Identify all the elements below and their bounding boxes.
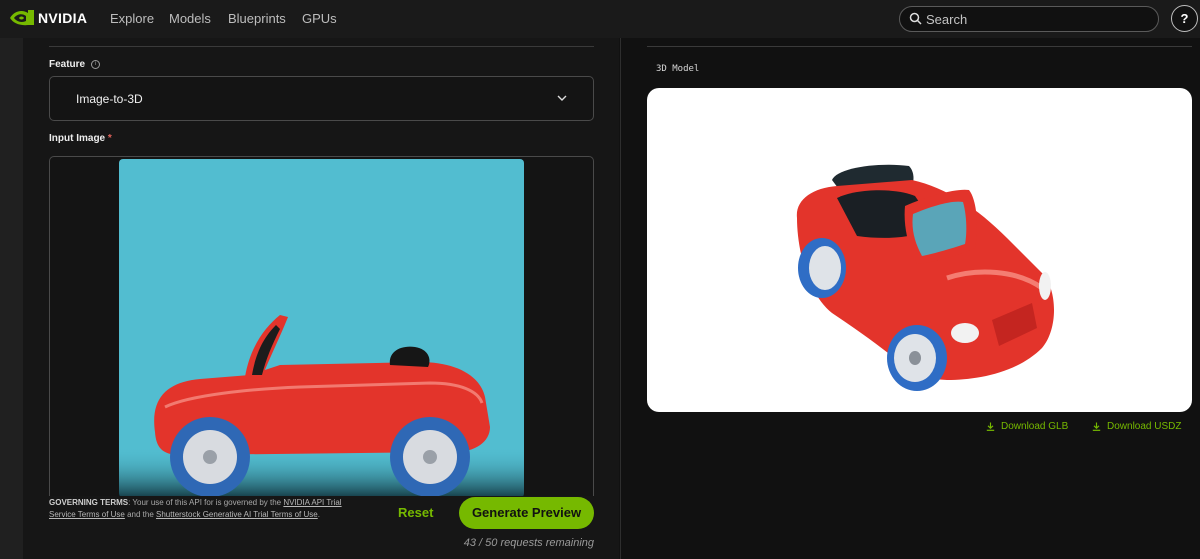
- nav-link-gpus[interactable]: GPUs: [302, 11, 337, 26]
- feature-select[interactable]: Image-to-3D: [49, 76, 594, 121]
- nav-link-blueprints[interactable]: Blueprints: [228, 11, 286, 26]
- info-icon[interactable]: i: [91, 60, 100, 69]
- 3d-model-viewer[interactable]: [647, 88, 1192, 412]
- nav-link-models[interactable]: Models: [169, 11, 211, 26]
- reset-button[interactable]: Reset: [398, 505, 433, 520]
- left-gutter: [0, 38, 23, 559]
- search-placeholder: Search: [926, 12, 968, 27]
- nvidia-eye-icon: [10, 10, 34, 26]
- terms-text-3: .: [317, 510, 320, 519]
- generate-preview-button[interactable]: Generate Preview: [459, 497, 594, 529]
- terms-heading: GOVERNING TERMS: [49, 498, 129, 507]
- help-button[interactable]: ?: [1171, 5, 1198, 32]
- search-input[interactable]: Search: [899, 6, 1159, 32]
- input-image-label: Input Image *: [49, 133, 112, 144]
- shutterstock-terms-link[interactable]: Shutterstock Generative AI Trial Terms o…: [156, 510, 318, 519]
- input-image-dropzone[interactable]: [49, 156, 594, 496]
- requests-remaining: 43 / 50 requests remaining: [463, 537, 594, 549]
- terms-text-1: : Your use of this API for is governed b…: [128, 498, 284, 507]
- terms-text-2: and the: [124, 510, 157, 519]
- input-image-label-text: Input Image: [49, 133, 106, 144]
- download-icon: [1092, 422, 1101, 431]
- download-usdz-label: Download USDZ: [1107, 421, 1182, 432]
- download-glb-label: Download GLB: [1001, 421, 1069, 432]
- nav-link-explore[interactable]: Explore: [110, 11, 154, 26]
- chevron-down-icon: [557, 95, 567, 101]
- 3d-car-render: [796, 164, 1055, 391]
- output-section-divider: [647, 46, 1192, 47]
- governing-terms: GOVERNING TERMS: Your use of this API fo…: [49, 497, 369, 521]
- download-icon: [986, 422, 995, 431]
- output-label: 3D Model: [656, 64, 700, 74]
- feature-label: Feature: [49, 59, 86, 70]
- search-icon: [909, 12, 922, 25]
- download-usdz-link[interactable]: Download USDZ: [1092, 421, 1181, 432]
- download-glb-link[interactable]: Download GLB: [986, 421, 1068, 432]
- nvidia-logo[interactable]: NVIDIA: [10, 9, 87, 26]
- required-mark: *: [107, 133, 112, 144]
- brand-wordmark: NVIDIA: [38, 9, 88, 26]
- feature-select-value: Image-to-3D: [76, 92, 143, 106]
- input-car-image: [119, 159, 524, 496]
- section-divider: [49, 46, 594, 47]
- top-nav: NVIDIA Explore Models Blueprints GPUs Se…: [0, 0, 1200, 38]
